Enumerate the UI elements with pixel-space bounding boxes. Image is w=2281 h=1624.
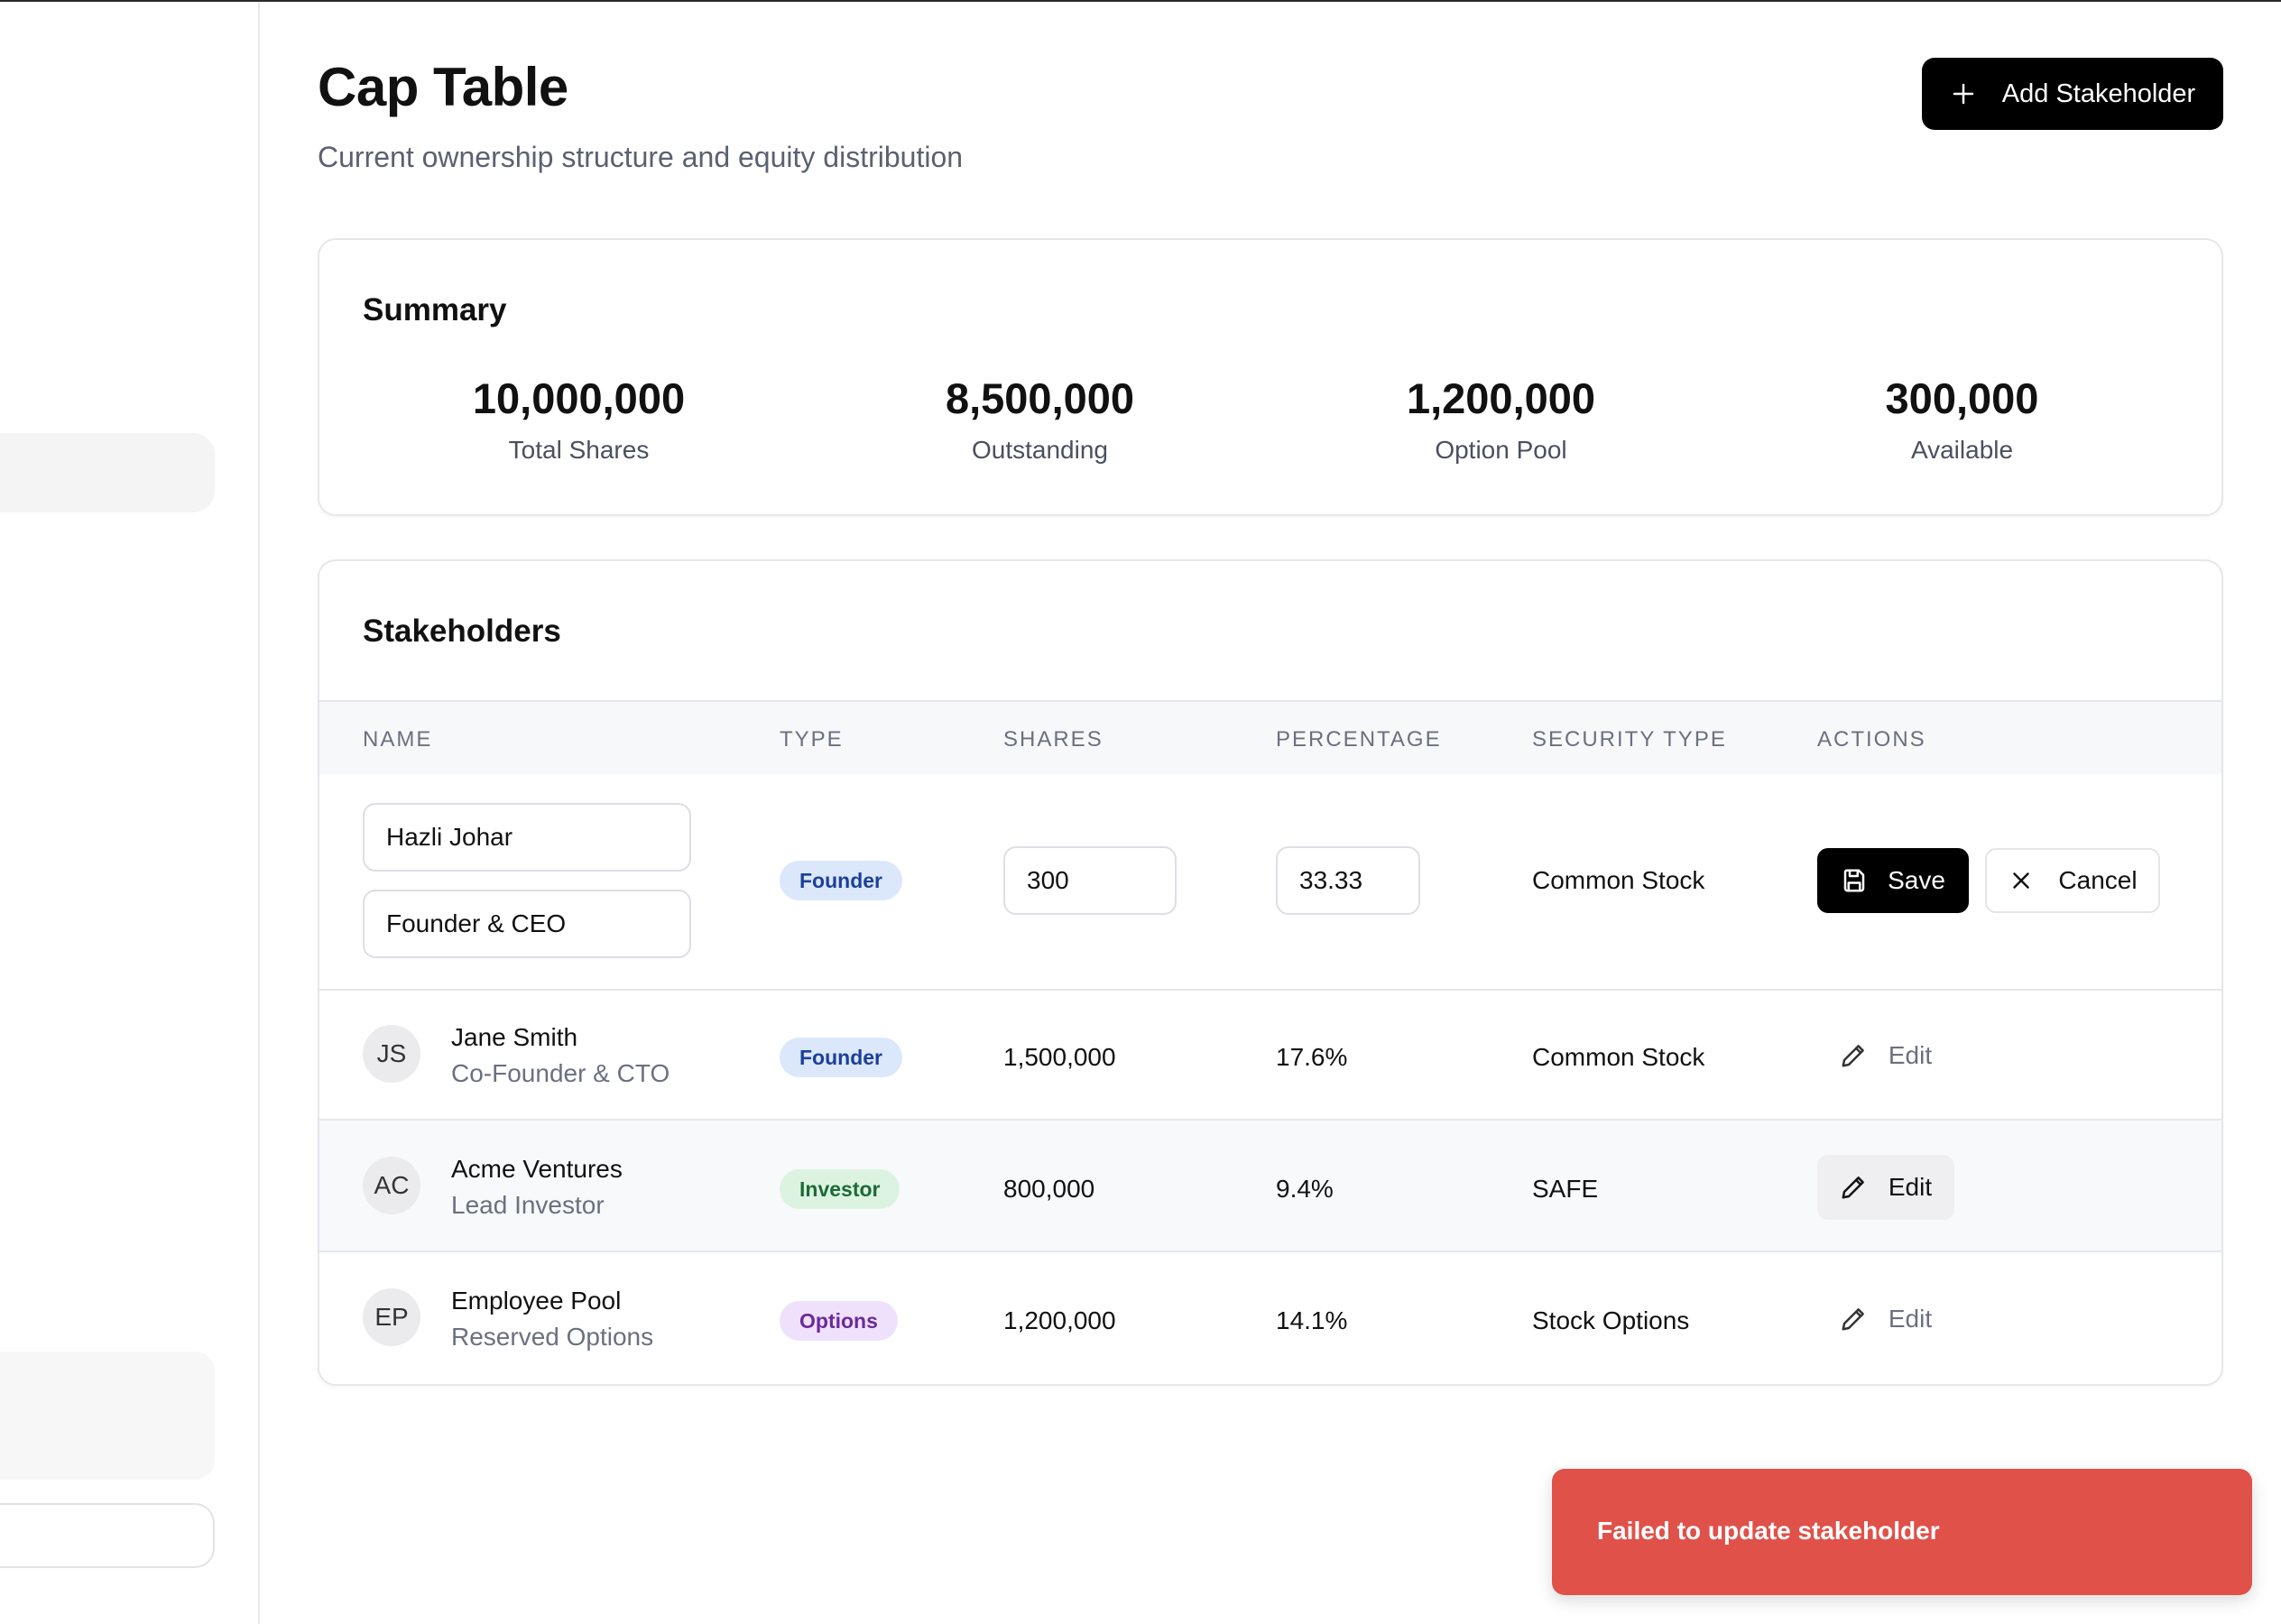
- pencil-icon: [1842, 1045, 1864, 1067]
- edit-button[interactable]: Edit: [1817, 1155, 1954, 1220]
- type-badge: Options: [780, 1301, 898, 1341]
- stakeholders-title: Stakeholders: [363, 614, 561, 649]
- stat-label: Available: [1910, 436, 2014, 464]
- role-input[interactable]: [363, 890, 691, 958]
- percentage-value: 17.6%: [1276, 1043, 1348, 1071]
- sidebar-item-active[interactable]: [0, 433, 215, 512]
- error-toast[interactable]: Failed to update stakeholder: [1552, 1469, 2252, 1595]
- stakeholders-card: Stakeholders Name Type Shares Percentage…: [318, 559, 2223, 1386]
- stakeholder-role: Co-Founder & CTO: [451, 1059, 670, 1087]
- avatar: AC: [363, 1157, 420, 1214]
- table-row: AC Acme Ventures Lead Investor Investor …: [319, 1119, 2221, 1252]
- sidebar-card: [0, 1352, 215, 1480]
- add-stakeholder-button[interactable]: Add Stakeholder: [1922, 58, 2223, 130]
- column-header-actions: Actions: [1817, 727, 1926, 752]
- add-stakeholder-label: Add Stakeholder: [2001, 78, 2196, 108]
- page-title: Cap Table: [318, 57, 568, 117]
- column-header-name: Name: [363, 727, 433, 752]
- security-type: SAFE: [1532, 1175, 1599, 1203]
- stat-available: 300,000 Available: [1732, 377, 2193, 465]
- pencil-icon: [1842, 1176, 1864, 1199]
- percentage-input[interactable]: [1276, 846, 1420, 915]
- cancel-label: Cancel: [2058, 866, 2138, 894]
- name-input[interactable]: [363, 803, 691, 872]
- stat-label: Option Pool: [1435, 436, 1567, 464]
- edit-button[interactable]: Edit: [1817, 1023, 1954, 1088]
- save-label: Save: [1888, 866, 1945, 894]
- edit-label: Edit: [1888, 1041, 1933, 1069]
- summary-stats: 10,000,000 Total Shares 8,500,000 Outsta…: [319, 377, 2221, 465]
- shares-value: 800,000: [1003, 1175, 1095, 1203]
- avatar: JS: [363, 1025, 420, 1083]
- page-subtitle: Current ownership structure and equity d…: [318, 141, 964, 173]
- stat-value: 8,500,000: [945, 374, 1135, 422]
- stat-value: 1,200,000: [1406, 374, 1596, 422]
- table-header: Name Type Shares Percentage Security Typ…: [319, 700, 2221, 774]
- stakeholder-name: Acme Ventures: [451, 1155, 623, 1183]
- percentage-value: 14.1%: [1276, 1306, 1348, 1334]
- stakeholder-role: Lead Investor: [451, 1191, 605, 1219]
- edit-label: Edit: [1888, 1173, 1933, 1201]
- save-icon: [1843, 869, 1865, 892]
- column-header-shares: Shares: [1003, 727, 1104, 752]
- shares-value: 1,500,000: [1003, 1043, 1116, 1071]
- table-row: JS Jane Smith Co-Founder & CTO Founder 1…: [319, 989, 2221, 1121]
- toast-message: Failed to update stakeholder: [1597, 1517, 1940, 1545]
- stat-option-pool: 1,200,000 Option Pool: [1270, 377, 1732, 465]
- percentage-value: 9.4%: [1276, 1175, 1334, 1203]
- cancel-button[interactable]: Cancel: [1985, 848, 2160, 913]
- type-badge: Founder: [780, 861, 902, 900]
- window-top-border: [0, 0, 2281, 2]
- security-type: Common Stock: [1532, 1043, 1705, 1071]
- sidebar-input[interactable]: [0, 1503, 215, 1568]
- pencil-icon: [1842, 1308, 1864, 1331]
- table-row-editing: Founder Common Stock Save Cancel: [319, 772, 2221, 989]
- close-icon: [2013, 872, 2030, 889]
- summary-title: Summary: [363, 292, 507, 328]
- stat-label: Outstanding: [972, 436, 1108, 464]
- stakeholder-role: Reserved Options: [451, 1323, 654, 1351]
- type-badge: Founder: [780, 1038, 902, 1077]
- stakeholder-name: Employee Pool: [451, 1287, 622, 1315]
- stat-label: Total Shares: [508, 436, 650, 464]
- sidebar: [0, 2, 260, 1624]
- type-badge: Investor: [780, 1169, 900, 1209]
- summary-card: Summary 10,000,000 Total Shares 8,500,00…: [318, 238, 2223, 516]
- shares-input[interactable]: [1003, 846, 1177, 915]
- save-button[interactable]: Save: [1817, 848, 1969, 913]
- plus-icon: [1953, 83, 1974, 105]
- column-header-percentage: Percentage: [1276, 727, 1442, 752]
- stat-total-shares: 10,000,000 Total Shares: [348, 377, 809, 465]
- shares-value: 1,200,000: [1003, 1306, 1116, 1334]
- edit-label: Edit: [1888, 1305, 1933, 1333]
- security-type: Stock Options: [1532, 1306, 1690, 1334]
- table-row: EP Employee Pool Reserved Options Option…: [319, 1250, 2221, 1384]
- edit-button[interactable]: Edit: [1817, 1287, 1954, 1352]
- stakeholder-name: Jane Smith: [451, 1023, 578, 1051]
- column-header-security-type: Security Type: [1532, 727, 1727, 752]
- avatar: EP: [363, 1288, 420, 1346]
- stat-value: 300,000: [1885, 374, 2039, 422]
- column-header-type: Type: [780, 727, 844, 752]
- security-type: Common Stock: [1532, 866, 1705, 894]
- stat-outstanding: 8,500,000 Outstanding: [809, 377, 1270, 465]
- stat-value: 10,000,000: [472, 374, 686, 422]
